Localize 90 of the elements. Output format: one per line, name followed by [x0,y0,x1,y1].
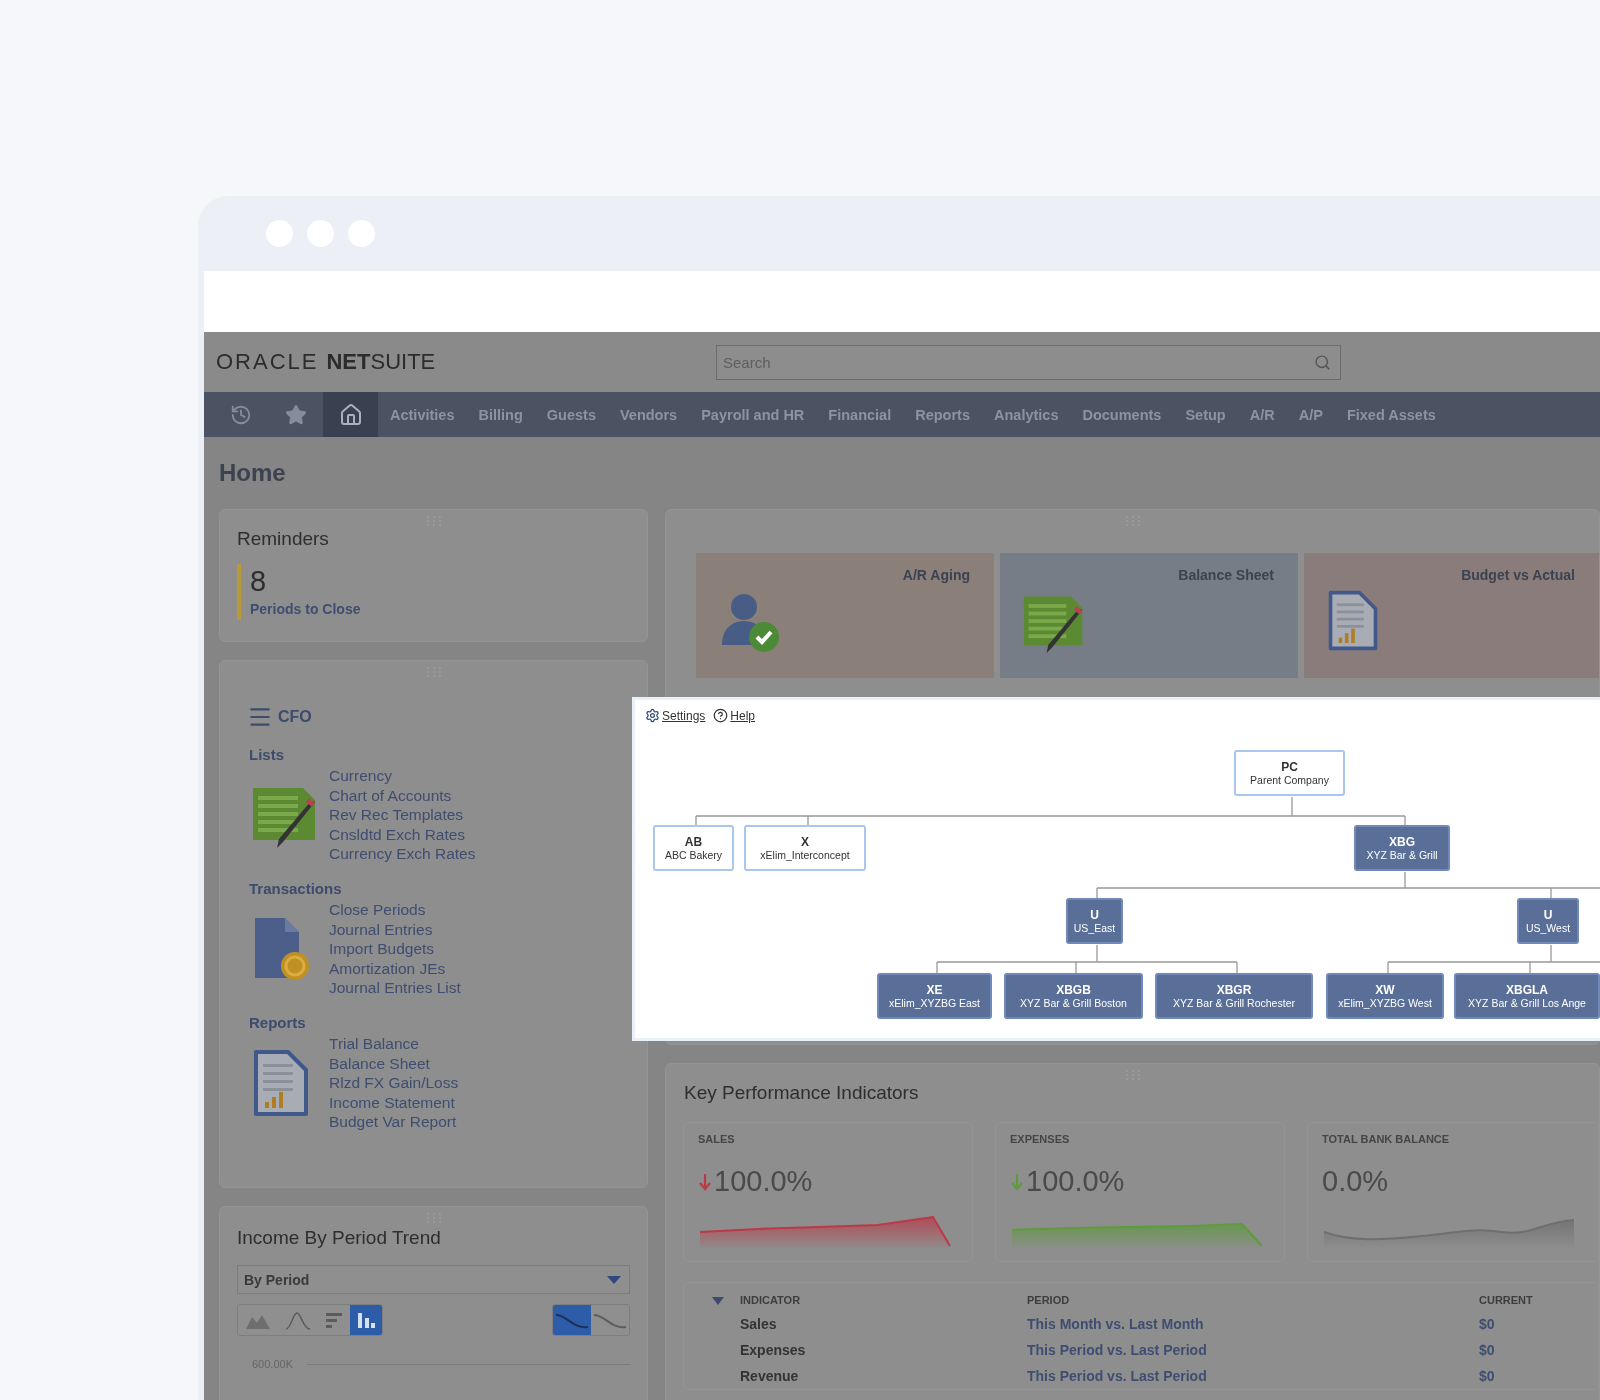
nav-tab[interactable]: Activities [378,392,467,437]
gear-icon [645,708,660,723]
shortcut-link[interactable]: Income Statement [329,1092,455,1113]
table-link[interactable]: This Period vs. Last Period [1027,1342,1479,1358]
table-link[interactable]: This Month vs. Last Month [1027,1316,1479,1332]
nav-tab[interactable]: Fixed Assets [1334,392,1448,437]
column-header: CURRENT [1479,1294,1534,1306]
home-button[interactable] [323,392,378,437]
nav-tab[interactable]: A/P [1286,392,1335,437]
caret-icon [607,1275,621,1284]
org-chart-node[interactable]: X xElim_Interconcept [744,825,866,871]
org-chart-node[interactable]: U US_East [1066,898,1123,944]
search-icon [1314,353,1331,371]
nav-tab[interactable]: Analytics [982,392,1071,437]
chart-type-button[interactable] [350,1305,382,1335]
card-title: Reminders [237,528,330,550]
kpi-value: 100.0% [1026,1165,1125,1198]
org-chart-node[interactable]: XW xElim_XYZBG West [1326,973,1444,1019]
table-cell-text: Sales [740,1316,778,1332]
shortcut-link[interactable]: Cnsldtd Exch Rates [329,824,466,845]
shortcut-link[interactable]: Currency [329,766,392,786]
home-icon [338,402,363,427]
line-style-button[interactable] [553,1305,591,1335]
history-icon [229,403,252,426]
shortcut-tile[interactable]: A/R Aging [696,553,994,678]
kpi-label: EXPENSES [1010,1133,1071,1145]
nav-tab[interactable]: Financial [816,392,904,437]
nav-tab[interactable]: A/R [1237,392,1287,437]
table-link[interactable]: $0 [1479,1342,1598,1358]
table-cell-text: Revenue [740,1368,800,1384]
org-chart-node[interactable]: PC Parent Company [1234,750,1345,796]
nav-tab[interactable]: Reports [903,392,982,437]
section-heading: Transactions [248,878,343,899]
shortcut-link[interactable]: Chart of Accounts [329,785,452,806]
section-heading: Lists [248,745,285,765]
column-header: INDICATOR [740,1294,802,1306]
shortcut-link[interactable]: Amortization JEs [329,958,446,979]
reminder-count: 8 [250,564,268,598]
org-chart-node[interactable]: AB ABC Bakery [653,825,734,871]
org-chart-node[interactable]: XBG XYZ Bar & Grill [1354,825,1450,871]
kpi-value: 100.0% [714,1165,813,1198]
nav-tab[interactable]: Guests [534,392,608,437]
nav-tab[interactable]: Vendors [607,392,690,437]
kpi-label: SALES [698,1133,736,1145]
org-chart-node[interactable]: XBGB XYZ Bar & Grill Boston [1004,973,1143,1019]
logo: ORACLE NETSUITE [215,349,437,375]
table-link[interactable]: This Period vs. Last Period [1027,1368,1479,1384]
table-link[interactable]: $0 [1479,1316,1598,1332]
shortcut-link[interactable]: Import Budgets [329,939,435,959]
shortcut-tile[interactable]: Budget vs Actual [1304,553,1599,678]
nav-tab[interactable]: Payroll and HR [689,392,817,437]
shortcut-link[interactable]: Rlzd FX Gain/Loss [329,1073,459,1093]
kpi-label: TOTAL BANK BALANCE [1322,1133,1451,1145]
nav-tab[interactable]: Setup [1173,392,1238,437]
card-title: Key Performance Indicators [684,1082,919,1104]
org-chart-node[interactable]: XBGLA XYZ Bar & Grill Los Ange [1454,973,1600,1019]
line-chart-icon [285,1310,311,1330]
section-heading: Reports [248,1012,307,1033]
card-title: CFO [278,708,312,726]
org-chart-node[interactable]: XBGR XYZ Bar & Grill Rochester [1155,973,1313,1019]
period-dropdown[interactable]: By Period [237,1265,630,1294]
kpi-value: 0.0% [1322,1165,1389,1198]
shortcut-link[interactable]: Journal Entries List [329,978,461,998]
shortcut-link[interactable]: Close Periods [329,899,426,920]
report-document-icon [1326,589,1380,652]
org-chart-node[interactable]: U US_West [1517,898,1579,944]
nav-tab[interactable]: Billing [466,392,535,437]
shortcut-link[interactable]: Balance Sheet [329,1053,430,1074]
page-title: Home [219,458,287,488]
toolbar-link[interactable]: Settings [645,708,706,723]
org-chart-node[interactable]: XE xElim_XYZBG East [877,973,992,1019]
shortcut-tile[interactable]: Balance Sheet [1000,553,1298,678]
bar-chart-icon [324,1311,344,1329]
table-link[interactable]: $0 [1479,1368,1598,1384]
reminder-link[interactable]: Periods to Close [250,598,630,620]
shortcut-link[interactable]: Rev Rec Templates [329,805,464,825]
nav-tab[interactable]: Documents [1070,392,1174,437]
shortcut-link[interactable]: Currency Exch Rates [329,844,476,864]
column-chart-icon [356,1311,376,1329]
report-document-icon [251,1047,311,1118]
star-icon [284,403,307,426]
collapse-caret-icon[interactable] [712,1297,724,1305]
shortcut-link[interactable]: Trial Balance [329,1033,419,1054]
table-cell-text: Expenses [740,1342,807,1358]
column-header: PERIOD [1027,1294,1071,1306]
shortcut-link[interactable]: Journal Entries [329,919,433,940]
card-title: Income By Period Trend [237,1227,442,1249]
shortcut-link[interactable]: Budget Var Report [329,1112,457,1132]
help-icon [713,708,729,723]
toolbar-link[interactable]: Help [713,708,756,723]
